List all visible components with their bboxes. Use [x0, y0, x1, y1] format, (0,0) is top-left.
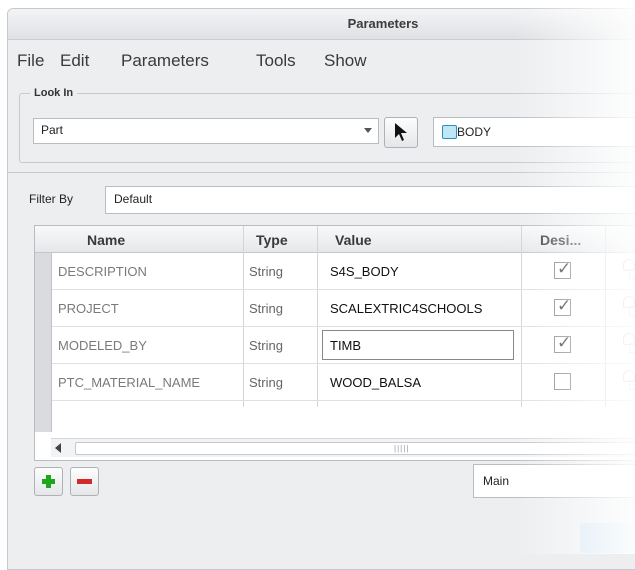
- view-select-value: Main: [483, 474, 510, 488]
- horizontal-scrollbar[interactable]: |||||: [51, 438, 635, 457]
- checkmark-icon: ✓: [557, 333, 572, 352]
- title-bar: Parameters: [8, 9, 635, 40]
- minus-icon: [77, 479, 92, 484]
- param-name: DESCRIPTION: [58, 264, 147, 279]
- table-row[interactable]: MODELED_BY String TIMB ✓: [52, 327, 635, 364]
- param-value[interactable]: TIMB: [330, 338, 361, 353]
- param-type: String: [249, 375, 283, 390]
- chevron-down-icon[interactable]: [364, 128, 372, 133]
- param-type: String: [249, 301, 283, 316]
- param-value[interactable]: SCALEXTRIC4SCHOOLS: [330, 301, 482, 316]
- grip-icon: |||||: [394, 444, 410, 453]
- column-header-name[interactable]: Name: [87, 232, 125, 248]
- window-title: Parameters: [347, 16, 419, 31]
- param-name: PROJECT: [58, 301, 119, 316]
- parameters-window: Parameters File Edit Parameters Tools Sh…: [7, 8, 635, 570]
- table-row[interactable]: PROJECT String SCALEXTRIC4SCHOOLS ✓: [52, 290, 635, 327]
- param-value[interactable]: WOOD_BALSA: [330, 375, 421, 390]
- param-name: PTC_MATERIAL_NAME: [58, 375, 201, 390]
- checkmark-icon: ✓: [557, 296, 572, 315]
- param-name: MODELED_BY: [58, 338, 147, 353]
- selected-object-name: BODY: [457, 125, 492, 139]
- look-in-legend: Look In: [30, 87, 78, 99]
- table-header: Name Type Value Desi...: [35, 226, 635, 253]
- column-header-value[interactable]: Value: [335, 232, 372, 248]
- selected-object-field[interactable]: BODY: [433, 117, 635, 147]
- part-body-icon: [442, 125, 457, 139]
- look-in-selected: Part: [41, 123, 64, 137]
- filter-select[interactable]: Default: [105, 186, 635, 214]
- designate-checkbox[interactable]: [554, 373, 571, 390]
- add-parameter-button[interactable]: [34, 467, 63, 496]
- checkmark-icon: ✓: [557, 259, 572, 278]
- view-select[interactable]: Main: [473, 464, 635, 498]
- lock-icon: [623, 296, 635, 316]
- lock-icon: [623, 370, 635, 390]
- filter-value: Default: [114, 192, 153, 206]
- designate-checkbox[interactable]: ✓: [554, 296, 572, 316]
- designate-checkbox[interactable]: ✓: [554, 333, 572, 353]
- column-header-designate[interactable]: Desi...: [540, 232, 581, 248]
- pick-object-button[interactable]: [384, 117, 418, 148]
- param-value[interactable]: S4S_BODY: [330, 264, 399, 279]
- lock-icon: [623, 333, 635, 353]
- menu-parameters[interactable]: Parameters: [121, 51, 209, 71]
- divider: [8, 172, 635, 173]
- row-header-column: [35, 226, 52, 432]
- look-in-select[interactable]: Part: [33, 118, 379, 144]
- table-row[interactable]: DESCRIPTION String S4S_BODY ✓: [52, 253, 635, 290]
- menu-file[interactable]: File: [17, 51, 44, 71]
- filter-label: Filter By: [29, 192, 74, 206]
- param-type: String: [249, 264, 283, 279]
- remove-parameter-button[interactable]: [70, 467, 99, 496]
- param-type: String: [249, 338, 283, 353]
- menu-tools[interactable]: Tools: [256, 51, 296, 71]
- scroll-thumb[interactable]: |||||: [75, 442, 635, 455]
- table-row[interactable]: PTC_MATERIAL_NAME String WOOD_BALSA: [52, 364, 635, 401]
- menu-show[interactable]: Show: [324, 51, 367, 71]
- parameters-table: Name Type Value Desi... DESCRIPTION Stri…: [34, 225, 635, 461]
- menu-edit[interactable]: Edit: [60, 51, 89, 71]
- column-header-type[interactable]: Type: [256, 232, 288, 248]
- scroll-left-arrow-icon[interactable]: [55, 443, 61, 453]
- designate-checkbox[interactable]: ✓: [554, 259, 572, 279]
- lock-icon: [623, 259, 635, 279]
- arrow-pointer-icon: [395, 123, 407, 141]
- ok-button[interactable]: [580, 523, 635, 553]
